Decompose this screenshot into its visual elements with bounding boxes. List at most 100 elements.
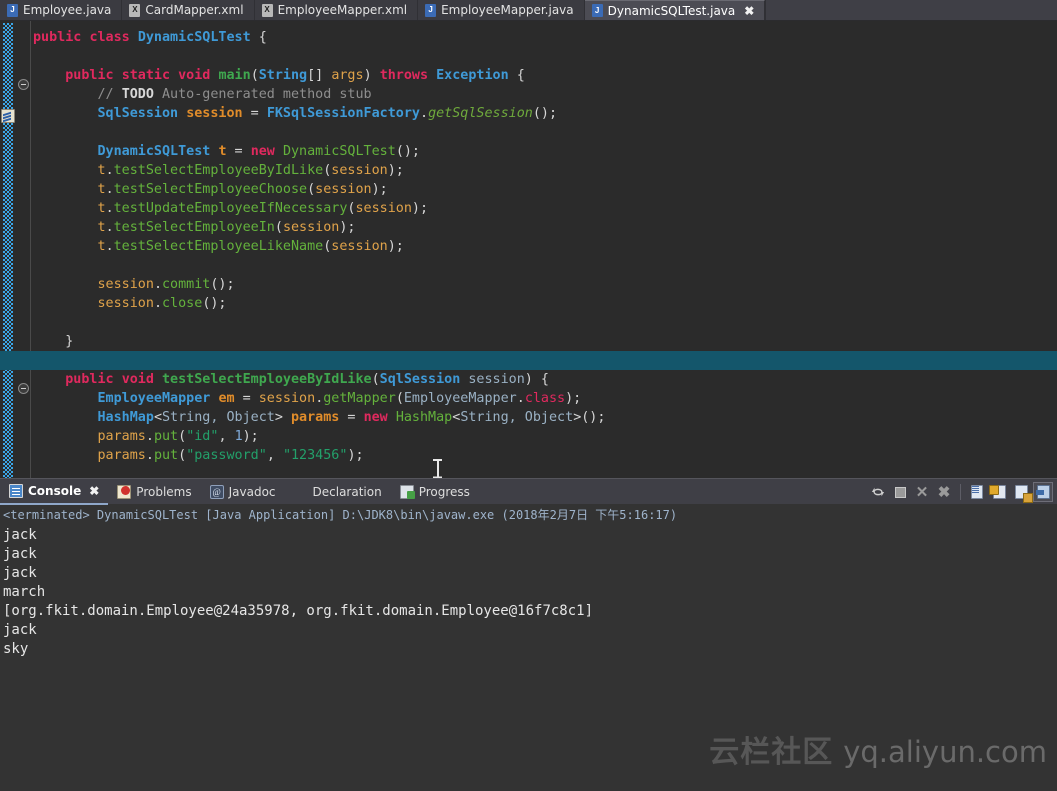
code-token: .: [420, 106, 428, 121]
code-token: ): [364, 68, 380, 83]
code-token: params: [98, 448, 146, 463]
code-token: []: [307, 68, 331, 83]
console-output-line: jack: [3, 545, 1054, 564]
code-token: [33, 391, 98, 406]
editor-tab-employee-java[interactable]: J Employee.java: [0, 0, 122, 20]
bottom-tab-console[interactable]: Console✖: [0, 479, 108, 505]
editor-tab-label: Employee.java: [23, 3, 111, 17]
code-line[interactable]: // TODO Auto-generated method stub: [31, 85, 1057, 104]
java-file-icon: J: [7, 4, 18, 17]
display-selected-console-button[interactable]: [1033, 482, 1053, 502]
remove-all-terminated-button[interactable]: ✖: [934, 482, 954, 502]
editor-tab-bar: J Employee.java XCardMapper.xmlXEmployeeMa…: [0, 0, 1057, 21]
code-token: [114, 68, 122, 83]
code-line[interactable]: params.put("id", 1);: [31, 427, 1057, 446]
code-token: session: [315, 182, 371, 197]
code-token: [130, 30, 138, 45]
pin-console-button[interactable]: [1011, 482, 1031, 502]
code-token: [33, 106, 98, 121]
editor-tab-label: EmployeeMapper.java: [441, 3, 574, 17]
editor-gutter[interactable]: [0, 21, 16, 478]
code-line[interactable]: [0, 351, 1057, 370]
close-x-icon: ✕: [916, 485, 929, 500]
code-token: (: [396, 391, 404, 406]
quick-fix-marker-icon[interactable]: [1, 109, 15, 123]
code-token: EmployeeMapper: [404, 391, 517, 406]
editor-tab-dynamicsqltest-java[interactable]: JDynamicSQLTest.java✖: [585, 0, 766, 20]
code-line[interactable]: t.testSelectEmployeeIn(session);: [31, 218, 1057, 237]
code-token: ();: [396, 144, 420, 159]
code-token: [178, 106, 186, 121]
code-token: void: [122, 372, 154, 387]
bottom-tab-declaration[interactable]: Declaration: [285, 479, 391, 505]
clear-console-button[interactable]: [967, 482, 987, 502]
code-token: 1: [235, 429, 243, 444]
code-token: [154, 372, 162, 387]
terminate-button[interactable]: [890, 482, 910, 502]
fold-collapse-icon[interactable]: [18, 79, 29, 90]
code-token: <: [154, 410, 162, 425]
code-token: );: [388, 163, 404, 178]
code-token: [33, 277, 98, 292]
code-line[interactable]: public class DynamicSQLTest {: [31, 28, 1057, 47]
console-output-line: jack: [3, 526, 1054, 545]
code-token: (: [178, 429, 186, 444]
folding-column[interactable]: [16, 21, 30, 478]
code-line[interactable]: EmployeeMapper em = session.getMapper(Em…: [31, 389, 1057, 408]
code-line[interactable]: [31, 313, 1057, 332]
code-line[interactable]: t.testSelectEmployeeChoose(session);: [31, 180, 1057, 199]
code-line[interactable]: t.testUpdateEmployeeIfNecessary(session)…: [31, 199, 1057, 218]
code-token: (: [178, 448, 186, 463]
code-line[interactable]: public static void main(String[] args) t…: [31, 66, 1057, 85]
bottom-tab-progress[interactable]: Progress: [391, 479, 479, 505]
code-line[interactable]: SqlSession session = FKSqlSessionFactory…: [31, 104, 1057, 123]
console-output-line: jack: [3, 564, 1054, 583]
editor-tab-cardmapper-xml[interactable]: XCardMapper.xml: [122, 0, 254, 20]
code-line[interactable]: t.testSelectEmployeeLikeName(session);: [31, 237, 1057, 256]
code-line[interactable]: [31, 256, 1057, 275]
code-line[interactable]: }: [31, 332, 1057, 351]
code-token: );: [339, 220, 355, 235]
console-status-line: <terminated> DynamicSQLTest [Java Applic…: [0, 504, 1057, 524]
bottom-tab-close-icon[interactable]: ✖: [89, 484, 99, 498]
editor-tab-close-icon[interactable]: ✖: [744, 5, 754, 17]
bottom-panel-tab-bar: Console✖Problems@JavadocDeclarationProgr…: [0, 478, 1057, 504]
code-line[interactable]: session.close();: [31, 294, 1057, 313]
console-output-line: [org.fkit.domain.Employee@24a35978, org.…: [3, 602, 1054, 621]
code-token: class: [525, 391, 565, 406]
code-token: .: [106, 201, 114, 216]
code-token: SqlSession: [98, 106, 179, 121]
code-editor[interactable]: public class DynamicSQLTest { public sta…: [0, 21, 1057, 478]
code-line[interactable]: t.testSelectEmployeeByIdLike(session);: [31, 161, 1057, 180]
fold-collapse-icon[interactable]: [18, 383, 29, 394]
code-content[interactable]: public class DynamicSQLTest { public sta…: [31, 21, 1057, 478]
code-token: //: [98, 87, 122, 102]
console-output[interactable]: jackjackjackmarch[org.fkit.domain.Employ…: [0, 524, 1057, 661]
code-line[interactable]: params.put("password", "123456");: [31, 446, 1057, 465]
code-token: .: [106, 182, 114, 197]
code-token: new: [251, 144, 275, 159]
bottom-panel: Console✖Problems@JavadocDeclarationProgr…: [0, 478, 1057, 791]
code-token: DynamicSQLTest: [283, 144, 396, 159]
editor-tab-employeemapper-xml[interactable]: XEmployeeMapper.xml: [255, 0, 419, 20]
console-output-line: sky: [3, 640, 1054, 659]
code-token: testSelectEmployeeChoose: [114, 182, 307, 197]
code-line[interactable]: public void testSelectEmployeeByIdLike(S…: [31, 370, 1057, 389]
code-line[interactable]: [31, 47, 1057, 66]
code-token: .: [146, 448, 154, 463]
bottom-tab-problems[interactable]: Problems: [108, 479, 200, 505]
code-token: t: [218, 144, 226, 159]
code-line[interactable]: session.commit();: [31, 275, 1057, 294]
scroll-lock-button[interactable]: [989, 482, 1009, 502]
code-token: put: [154, 448, 178, 463]
code-line[interactable]: HashMap<String, Object> params = new Has…: [31, 408, 1057, 427]
remove-launch-button[interactable]: ✕: [912, 482, 932, 502]
relaunch-button[interactable]: [868, 482, 888, 502]
code-token: EmployeeMapper: [98, 391, 211, 406]
code-token: );: [243, 429, 259, 444]
code-line[interactable]: [31, 123, 1057, 142]
code-line[interactable]: DynamicSQLTest t = new DynamicSQLTest();: [31, 142, 1057, 161]
code-token: commit: [162, 277, 210, 292]
editor-tab-employeemapper-java[interactable]: JEmployeeMapper.java: [418, 0, 585, 20]
bottom-tab-javadoc[interactable]: @Javadoc: [201, 479, 285, 505]
